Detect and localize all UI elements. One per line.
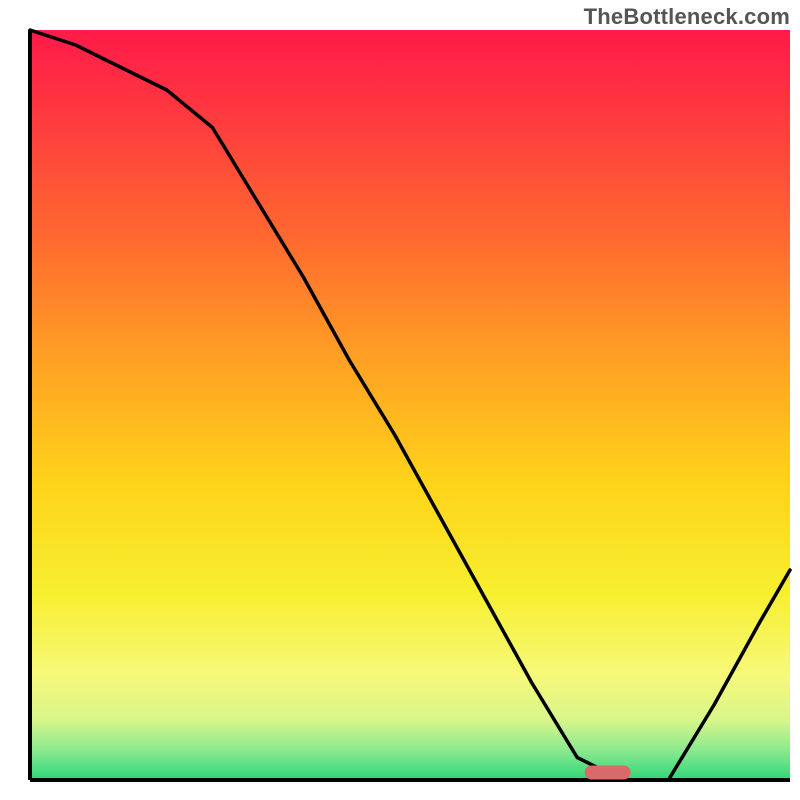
watermark-text: TheBottleneck.com (584, 4, 790, 30)
plot-background (30, 30, 790, 780)
bottleneck-chart (0, 0, 800, 800)
optimal-marker (585, 766, 631, 780)
chart-container: TheBottleneck.com (0, 0, 800, 800)
